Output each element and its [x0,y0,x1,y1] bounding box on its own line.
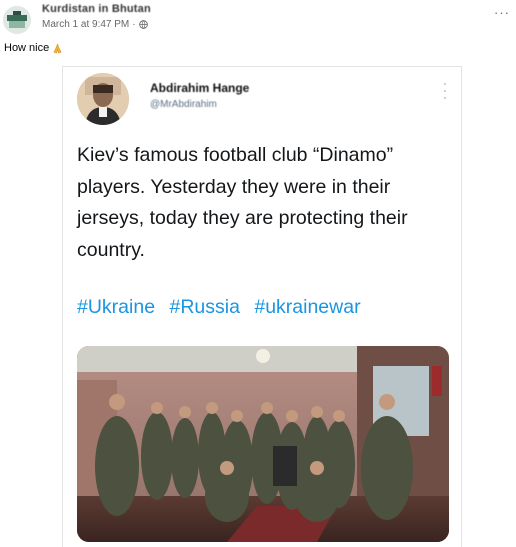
embedded-tweet-card[interactable]: Abdirahim Hange @MrAbdirahim Kiev’s famo… [62,66,462,547]
facebook-post-header: Kurdistan in Bhutan March 1 at 9:47 PM ·… [0,0,516,40]
tweet-author-name[interactable]: Abdirahim Hange [150,81,249,95]
tweet-author-avatar[interactable] [77,73,129,125]
hashtag-link[interactable]: #Russia [169,296,239,318]
tweet-hashtags: #Ukraine #Russia #ukrainewar [77,294,361,320]
hashtag-link[interactable]: #ukrainewar [254,296,360,318]
caption-text: How nice [4,42,50,54]
page-avatar-icon[interactable] [3,6,31,34]
post-caption: How nice [4,42,63,54]
globe-icon [138,20,148,29]
meta-separator: · [132,19,136,30]
tweet-author-handle[interactable]: @MrAbdirahim [150,99,217,110]
tweet-text: Kiev’s famous football club “Dinamo” pla… [77,144,408,261]
pray-icon [53,42,62,53]
more-options-icon[interactable]: ··· [494,6,510,19]
post-date-link[interactable]: March 1 at 9:47 PM [42,19,129,30]
hashtag-link[interactable]: #Ukraine [77,296,155,318]
tweet-more-icon[interactable] [443,83,447,99]
post-meta: March 1 at 9:47 PM · [42,19,148,30]
page-name-link[interactable]: Kurdistan in Bhutan [42,3,151,15]
photo-soldiers-image[interactable] [77,346,449,542]
